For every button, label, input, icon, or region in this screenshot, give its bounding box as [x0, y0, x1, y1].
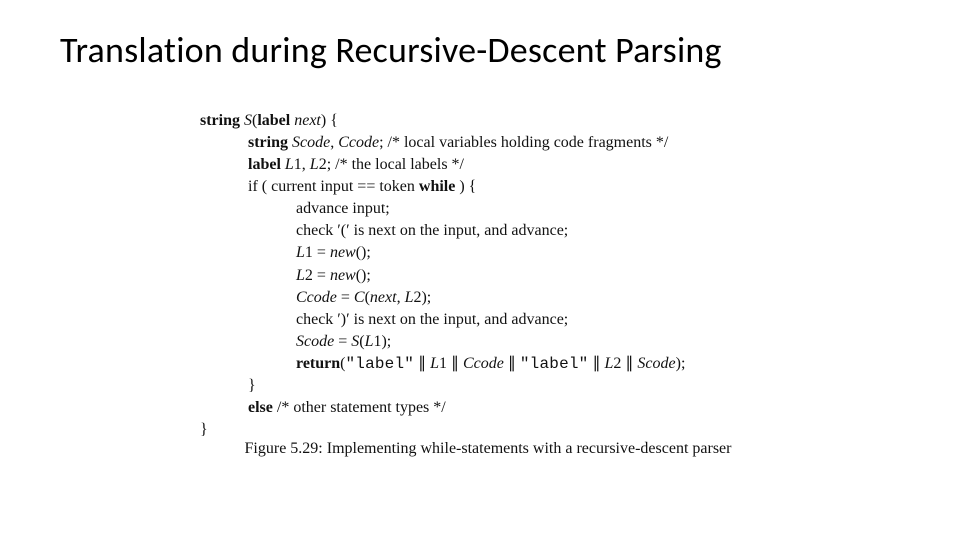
concat: 1 ∥	[439, 355, 463, 372]
code-line: advance input;	[296, 198, 685, 220]
kw-string: string	[248, 134, 288, 151]
fn-new: new	[330, 267, 356, 284]
code-line: Ccode = C(next, L2);	[296, 287, 685, 309]
fn-S: S	[240, 112, 252, 129]
concat: 2 ∥	[613, 355, 637, 372]
text: 2 =	[305, 267, 330, 284]
kw-while: while	[419, 178, 455, 195]
brace-close: }	[248, 377, 256, 394]
var-L: L	[296, 267, 305, 284]
code-line: if ( current input == token while ) {	[248, 176, 685, 198]
text: 1 =	[305, 244, 330, 261]
comment: ; /* local variables holding code fragme…	[379, 134, 668, 151]
kw-label: label	[248, 156, 281, 173]
kw-string: string	[200, 112, 240, 129]
text: ) {	[321, 112, 338, 129]
document-page: Translation during Recursive-Descent Par…	[0, 0, 960, 540]
var-ccode: Ccode	[338, 134, 379, 151]
var-ccode: Ccode	[296, 289, 337, 306]
code-line: check ′(′ is next on the input, and adva…	[296, 220, 685, 242]
text: 1);	[373, 333, 391, 350]
code-line: }	[248, 375, 685, 397]
code-line: L1 = new();	[296, 242, 685, 264]
text: if ( current input == token	[248, 178, 419, 195]
text: ();	[356, 244, 371, 261]
code-line: else /* other statement types */	[248, 397, 685, 419]
code-line: string Scode, Ccode; /* local variables …	[248, 132, 685, 154]
code-line: Scode = S(L1);	[296, 331, 685, 353]
var-scode: Scode	[296, 333, 334, 350]
text: check ′(′ is next on the input, and adva…	[296, 222, 568, 239]
str-label: "label"	[520, 355, 589, 373]
arg-next: next	[370, 289, 397, 306]
text: ();	[356, 267, 371, 284]
concat: ∥	[414, 355, 430, 372]
code-line: label L1, L2; /* the local labels */	[248, 154, 685, 176]
fn-new: new	[330, 244, 356, 261]
code-block: string S(label next) { string Scode, Cco…	[200, 110, 685, 441]
text: =	[337, 289, 354, 306]
page-title: Translation during Recursive-Descent Par…	[60, 28, 722, 72]
code-line: L2 = new();	[296, 265, 685, 287]
text: advance input;	[296, 200, 390, 217]
text: );	[676, 355, 686, 372]
var-scode: Scode	[637, 355, 675, 372]
code-line: check ′)′ is next on the input, and adva…	[296, 309, 685, 331]
text: ) {	[455, 178, 476, 195]
code-line: }	[200, 419, 685, 441]
comment: 2; /* the local labels */	[319, 156, 464, 173]
text: check ′)′ is next on the input, and adva…	[296, 311, 568, 328]
param-next: next	[290, 112, 321, 129]
kw-return: return	[296, 355, 340, 372]
var-L: L	[430, 355, 439, 372]
comment: /* other statement types */	[273, 399, 446, 416]
text: ,	[397, 289, 405, 306]
text: 2);	[413, 289, 431, 306]
var-scode: Scode	[288, 134, 330, 151]
str-label: "label"	[345, 355, 414, 373]
figure-caption: Figure 5.29: Implementing while-statemen…	[188, 440, 788, 458]
var-L: L	[310, 156, 319, 173]
kw-label: label	[257, 112, 290, 129]
code-line: return("label" ∥ L1 ∥ Ccode ∥ "label" ∥ …	[296, 353, 685, 375]
fn-C: C	[354, 289, 365, 306]
text: 1,	[294, 156, 310, 173]
var-ccode: Ccode	[463, 355, 504, 372]
brace-close: }	[200, 421, 208, 438]
var-L: L	[281, 156, 294, 173]
var-L: L	[296, 244, 305, 261]
text: =	[334, 333, 351, 350]
text: ,	[330, 134, 338, 151]
concat: ∥	[589, 355, 605, 372]
kw-else: else	[248, 399, 273, 416]
code-line: string S(label next) {	[200, 110, 685, 132]
concat: ∥	[504, 355, 520, 372]
